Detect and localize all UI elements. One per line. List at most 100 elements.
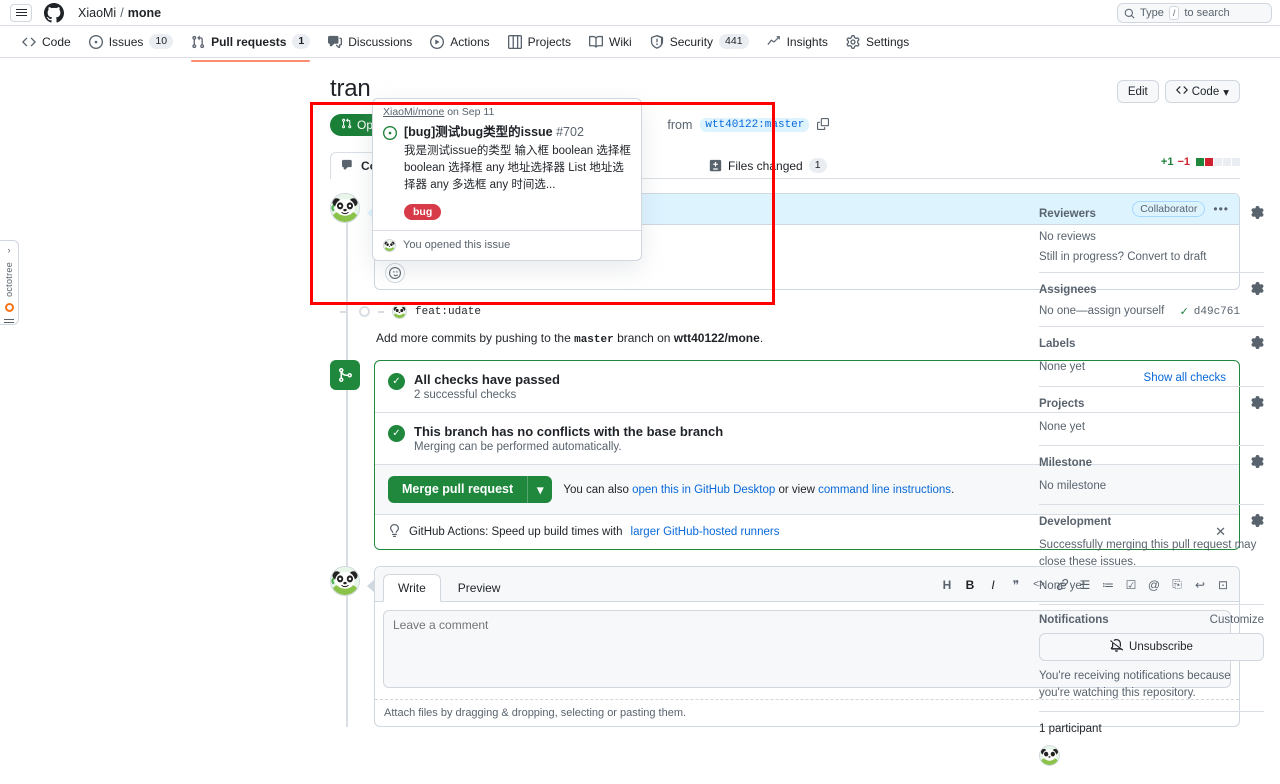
larger-runners-link[interactable]: larger GitHub-hosted runners [631,526,780,538]
bold-icon[interactable]: B [962,577,978,593]
nav-security-label: Security [669,34,714,49]
nav-discussions[interactable]: Discussions [320,31,420,53]
command-line-instructions-link[interactable]: command line instructions [818,484,951,496]
merge-note-suffix: . [951,483,955,496]
quote-icon[interactable]: ❞ [1008,577,1024,593]
gear-icon[interactable] [1251,206,1264,222]
push-note-middle: branch on [617,331,671,345]
heading-icon[interactable]: H [939,577,955,593]
sidebar-section-reviewers: Reviewers No reviews Still in progress? … [1039,206,1264,274]
repository-nav: Code Issues 10 Pull requests 1 Discussio… [0,26,1280,62]
nav-security[interactable]: Security 441 [642,30,757,53]
nav-projects[interactable]: Projects [500,31,579,53]
commit-message[interactable]: feat:udate [415,306,481,318]
sidebar-heading: Milestone [1039,454,1264,471]
hovercard-title-row: [bug]测试bug类型的issue #702 [404,124,631,141]
search-input[interactable]: Type / to search [1117,3,1272,23]
diff-block-neutral [1232,158,1240,166]
book-icon [589,35,604,49]
sidebar-section-milestone: Milestone No milestone [1039,454,1264,505]
participants-count: 1 participant [1039,723,1102,736]
nav-insights[interactable]: Insights [759,31,836,53]
open-in-github-desktop-link[interactable]: open this in GitHub Desktop [632,484,775,496]
timeline-connector [378,310,384,313]
avatar[interactable] [392,304,407,319]
assign-yourself-link[interactable]: assign yourself [1088,305,1165,317]
github-logo[interactable] [44,2,64,23]
breadcrumb-repo[interactable]: mone [128,6,161,20]
sidebar-section-notifications: Notifications Customize Unsubscribe You'… [1039,614,1264,713]
chevron-down-icon: ▾ [1223,86,1229,99]
pr-header-actions: Edit Code ▾ [1116,74,1240,103]
search-placeholder-text: Type [1140,7,1164,19]
hovercard-footer: You opened this issue [373,229,641,260]
diff-block-neutral [1214,158,1222,166]
tab-write[interactable]: Write [383,574,441,602]
merge-note-prefix: You can also [563,483,629,496]
nav-actions[interactable]: Actions [422,31,497,53]
sidebar-heading: Labels [1039,336,1264,352]
sidebar-heading: Reviewers [1039,206,1264,222]
nav-pull-requests[interactable]: Pull requests 1 [183,30,318,62]
sidebar-section-labels: Labels None yet [1039,336,1264,387]
hovercard-source: XiaoMi/mone on Sep 11 [373,99,641,120]
nav-code[interactable]: Code [14,31,79,53]
nav-settings-label: Settings [865,34,910,49]
octotree-sidebar-toggle[interactable]: › octotree [0,240,19,325]
avatar[interactable] [1039,744,1060,766]
shield-icon [650,34,664,49]
nav-actions-label: Actions [450,34,490,49]
reviewers-value: No reviews [1039,231,1096,243]
nav-issues[interactable]: Issues 10 [81,30,181,53]
check-subtitle: 2 successful checks [414,389,517,401]
code-icon [1175,84,1188,99]
search-icon [1124,8,1135,18]
italic-icon[interactable]: I [985,577,1001,593]
chevron-right-icon: › [7,245,11,255]
gear-icon[interactable] [1251,514,1264,530]
code-button[interactable]: Code ▾ [1164,80,1240,103]
hovercard-label-bug[interactable]: bug [404,203,442,220]
tab-preview[interactable]: Preview [443,574,516,602]
timeline-connector [340,310,346,313]
convert-to-draft-prefix: Still in progress? [1039,251,1125,264]
check-title: All checks have passed [414,372,560,387]
notifications-title: Notifications [1039,613,1109,626]
unsubscribe-button[interactable]: Unsubscribe [1039,632,1264,661]
breadcrumb-owner[interactable]: XiaoMi [78,6,116,20]
tab-files-changed[interactable]: Files changed 1 [697,151,838,179]
avatar[interactable] [330,193,360,223]
milestone-title: Milestone [1039,456,1093,469]
gear-icon[interactable] [1251,395,1264,412]
customize-notifications-link[interactable]: Customize [1210,614,1264,626]
search-shortcut-key: / [1168,6,1180,20]
diff-icon [708,159,722,173]
head-branch-chip[interactable]: wtt40122:master [700,118,810,132]
merge-pull-request-button[interactable]: Merge pull request ▾ [388,476,553,503]
avatar[interactable] [330,566,360,596]
notifications-note: You're receiving notifications because y… [1039,669,1231,699]
diff-deletions: −1 [1177,156,1190,168]
pull-request-icon [341,118,352,132]
nav-settings[interactable]: Settings [838,31,917,53]
add-reaction-button[interactable] [385,263,405,283]
gear-icon[interactable] [1251,336,1264,352]
unsubscribe-label: Unsubscribe [1129,640,1193,653]
chevron-down-icon[interactable]: ▾ [527,476,552,503]
sidebar-section-assignees: Assignees No one—assign yourself [1039,282,1264,328]
hamburger-icon[interactable] [10,3,32,22]
octotree-label: octotree [4,261,14,297]
push-note-suffix: . [759,331,764,345]
nav-wiki[interactable]: Wiki [581,31,640,53]
hovercard-issue-title[interactable]: [bug]测试bug类型的issue [404,125,553,139]
edit-button[interactable]: Edit [1116,80,1159,103]
labels-value: None yet [1039,361,1086,374]
convert-to-draft-link[interactable]: Convert to draft [1127,251,1206,263]
hovercard-repo-link[interactable]: XiaoMi/mone [383,106,444,118]
assignees-title: Assignees [1039,284,1097,297]
copy-icon[interactable] [817,117,830,133]
projects-title: Projects [1039,397,1085,410]
diff-block-added [1196,158,1204,166]
gear-icon[interactable] [1251,454,1264,471]
gear-icon[interactable] [1251,282,1264,298]
